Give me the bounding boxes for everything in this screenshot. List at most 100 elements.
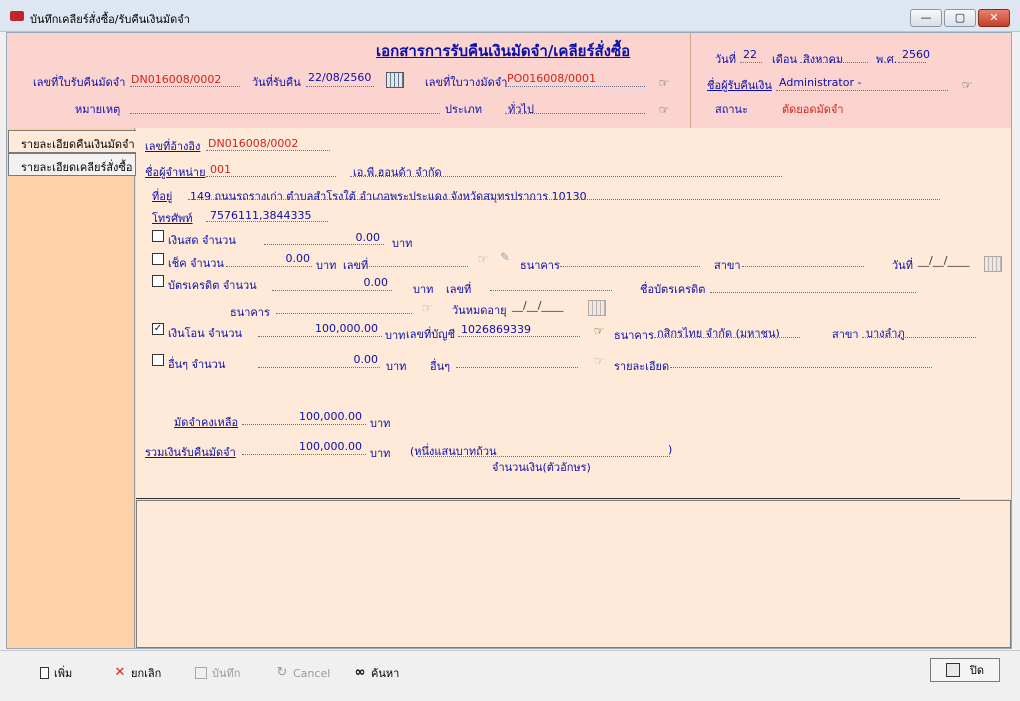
close-window-button[interactable]: ✕ (978, 9, 1010, 27)
credit-bank-lookup-hand-icon[interactable]: ☞ (418, 301, 436, 315)
transfer-bank-underline (654, 337, 800, 338)
transfer-label: เงินโอน จำนวน (168, 327, 243, 340)
other-detail-input[interactable] (670, 367, 932, 368)
floppy-disk-icon (195, 667, 207, 679)
type-underline (505, 113, 645, 114)
status-value: ตัดยอดมัดจำ (782, 103, 844, 116)
new-document-icon (40, 667, 49, 679)
cheque-date-input[interactable]: __/__/____ (918, 254, 969, 267)
month-label: เดือน (772, 53, 798, 66)
pen-icon[interactable]: ✎ (496, 250, 514, 264)
save-button-label: บันทึก (212, 667, 241, 680)
phone-underline (206, 221, 328, 222)
tab-deposit-return-detail[interactable]: รายละเอียดคืนเงินมัดจำ (8, 130, 136, 153)
receiver-underline (776, 90, 948, 91)
calendar-icon[interactable] (386, 72, 404, 88)
expire-date-input[interactable]: __/__/____ (512, 299, 563, 312)
remark-label: หมายเหตุ (75, 103, 121, 116)
credit-no-input[interactable] (490, 290, 612, 291)
ref-no-label[interactable]: เลขที่อ้างอิง (145, 137, 200, 155)
receive-date-value[interactable]: 22/08/2560 (308, 71, 371, 84)
panel-divider (136, 498, 960, 499)
cancel-button[interactable]: ✕ ยกเลิก (114, 664, 162, 682)
credit-amount[interactable]: 0.00 (300, 276, 389, 289)
window-titlebar: บันทึกเคลียร์สั่งซื้อ/รับคืนเงินมัดจำ — … (0, 0, 1020, 32)
balance-amount: 100,000.00 (299, 410, 362, 423)
deposit-no-value[interactable]: PO016008/0001 (507, 72, 596, 85)
tab-clear-purchase-detail[interactable]: รายละเอียดเคลียร์สั่งซื้อ (8, 153, 136, 176)
transfer-amount[interactable]: 100,000.00 (280, 322, 378, 335)
total-text-close: ) (668, 443, 673, 456)
search-button[interactable]: ∞ ค้นหา (354, 664, 400, 682)
other-amount[interactable]: 0.00 (300, 353, 379, 366)
credit-bank-input[interactable] (276, 313, 412, 314)
cheque-checkbox[interactable] (152, 253, 164, 265)
receiver-value[interactable]: Administrator - (779, 76, 861, 89)
maximize-button[interactable]: ▢ (944, 9, 976, 27)
receiver-label[interactable]: ชื่อผู้รับคืนเงิน (707, 76, 772, 94)
card-name-input[interactable] (710, 292, 916, 293)
other-checkbox[interactable] (152, 354, 164, 366)
receive-date-underline (306, 86, 374, 87)
cheque-no-input[interactable] (366, 266, 468, 267)
other-baht: บาท (386, 360, 407, 373)
credit-label: บัตรเครดิต จำนวน (168, 279, 257, 292)
cash-amount[interactable]: 0.00 (264, 231, 381, 244)
account-no-value[interactable]: 1026869339 (461, 323, 531, 336)
credit-checkbox[interactable] (152, 275, 164, 287)
cash-checkbox[interactable] (152, 230, 164, 242)
type-value[interactable]: ทั่วไป (508, 100, 534, 118)
transfer-checkbox[interactable]: ✓ (152, 323, 164, 335)
vendor-code[interactable]: 001 (210, 163, 231, 176)
lower-detail-area (136, 500, 1011, 648)
deposit-no-label: เลขที่ใบวางมัดจำ (425, 76, 508, 89)
close-button-label: ปิด (969, 664, 985, 677)
save-button[interactable]: บันทึก (195, 664, 240, 682)
add-button[interactable]: เพิ่ม (40, 664, 72, 682)
status-label: สถานะ (715, 103, 748, 116)
cheque-bank-input[interactable] (560, 266, 700, 267)
year-underline (898, 62, 926, 63)
vendor-name: เอ.พี.ฮอนด้า จำกัด (353, 166, 442, 179)
cancel-button-label: ยกเลิก (131, 667, 162, 680)
receipt-no-value[interactable]: DN016008/0002 (131, 73, 221, 86)
transfer-bank-value[interactable]: กสิกรไทย จำกัด (มหาชน) (657, 324, 780, 342)
total-amount: 100,000.00 (299, 440, 362, 453)
expire-calendar-icon[interactable] (588, 300, 606, 316)
transfer-branch-label: สาขา (832, 328, 859, 341)
month-value: สิงหาคม (803, 53, 844, 66)
transfer-branch-value[interactable]: บางลำภู (866, 324, 905, 342)
receiver-lookup-hand-icon[interactable]: ☞ (958, 78, 976, 92)
cancel-en-button[interactable]: ↻ Cancel (276, 664, 331, 682)
cheque-amount[interactable]: 0.00 (254, 252, 311, 265)
cheque-calendar-icon[interactable] (984, 256, 1002, 272)
cheque-branch-input[interactable] (742, 266, 864, 267)
total-text-underline (418, 456, 670, 457)
other-lookup-hand-icon[interactable]: ☞ (590, 354, 608, 368)
other-label-2: อื่นๆ (430, 360, 451, 373)
remark-input[interactable] (130, 113, 440, 114)
cheque-amount-underline (226, 266, 312, 267)
lookup-hand-icon[interactable]: ☞ (655, 76, 673, 90)
close-button[interactable]: ปิด (930, 658, 1000, 682)
minimize-button[interactable]: — (910, 9, 942, 27)
deposit-no-underline (505, 86, 645, 87)
type-label: ประเภท (445, 103, 483, 116)
cheque-lookup-hand-icon[interactable]: ☞ (474, 252, 492, 266)
vendor-name-underline (350, 176, 782, 177)
cash-baht: บาท (392, 237, 413, 250)
account-lookup-hand-icon[interactable]: ☞ (590, 324, 608, 338)
vendor-label[interactable]: ชื่อผู้จำหน่าย (145, 163, 206, 181)
ref-no-value[interactable]: DN016008/0002 (208, 137, 298, 150)
balance-baht: บาท (370, 417, 391, 430)
year-value: 2560 (902, 48, 930, 61)
receive-date-label: วันที่รับคืน (252, 76, 301, 89)
address-value: 149 ถนนรถรางเก่า ตำบลสำโรงใต้ อำเภอพระปร… (190, 190, 587, 203)
type-lookup-hand-icon[interactable]: ☞ (655, 103, 673, 117)
other-input[interactable] (456, 367, 578, 368)
binoculars-icon: ∞ (354, 665, 366, 680)
cancel-en-button-label: Cancel (293, 666, 331, 680)
account-label: เลขที่บัญชี (406, 328, 456, 341)
total-text-amount: (หนึ่งแสนบาทถ้วน (410, 445, 497, 458)
receipt-no-underline (130, 86, 240, 87)
